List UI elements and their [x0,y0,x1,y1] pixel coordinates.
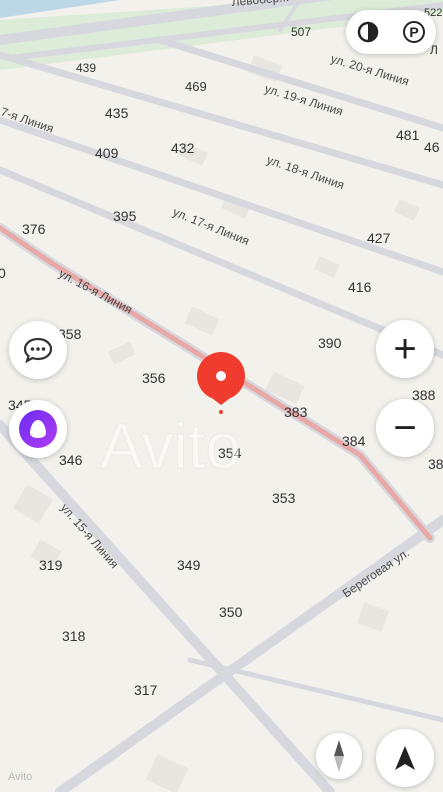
zoom-out-button[interactable]: − [376,399,434,457]
house-number: 319 [39,557,63,573]
navigate-arrow-icon [395,746,415,770]
house-number: 318 [62,628,86,644]
house-number: 353 [272,490,296,506]
house-number: 395 [113,208,137,224]
building [394,199,420,221]
house-number: 356 [142,370,166,386]
house-number: 481 [396,127,420,143]
parking-button[interactable]: P [392,10,436,54]
navigate-button[interactable] [376,729,434,787]
house-number: 0 [0,265,6,281]
street-label-beregovaya: Береговая ул. [340,546,412,601]
building [357,602,389,632]
pin-dot [216,371,226,381]
road-minor [187,657,443,723]
map-canvas[interactable]: ул. 20-я Линия ул. 19-я Линия ул. 18-я Л… [0,0,443,792]
compass-button[interactable] [316,733,362,779]
street-label-20: ул. 20-я Линия [329,51,411,88]
house-number: 349 [177,557,201,573]
house-number: 432 [171,140,195,156]
building [108,341,136,365]
pin-point [219,410,223,414]
house-number: 409 [95,145,119,161]
zoom-in-button[interactable]: + [376,320,434,378]
house-number: 439 [76,61,96,75]
layers-icon [357,21,379,43]
house-number: 507 [291,25,311,39]
layers-button[interactable] [346,10,390,54]
house-number: 384 [342,433,366,449]
house-number: 383 [284,404,308,420]
house-number: 46 [424,139,440,155]
location-pin-icon[interactable] [197,352,245,414]
house-number: 416 [348,279,372,295]
house-number: 346 [59,452,83,468]
zoom-in-label: + [393,327,417,371]
chat-button[interactable] [9,321,67,379]
house-number: 350 [219,604,243,620]
street-label-15: ул. 15-я Линия [58,501,122,571]
building [145,754,189,792]
watermark: Avito [100,410,241,482]
house-number: 469 [185,79,207,94]
watermark-corner: Avito [8,771,32,783]
building [314,256,340,278]
street-label-16: ул. 16-я Линия [57,266,135,316]
alice-button[interactable] [9,400,67,458]
street-label-18: ул. 18-я Линия [265,153,346,193]
building [184,306,220,336]
alice-icon [19,410,57,448]
house-number: 390 [318,335,342,351]
house-number: 38 [428,456,443,472]
parking-label: P [409,24,419,40]
pin-tip [204,392,238,405]
building [13,484,53,524]
chat-icon [23,337,53,363]
house-number: 427 [367,230,391,246]
house-number: 376 [22,221,46,237]
zoom-out-label: − [393,406,417,450]
compass-icon [334,740,344,772]
house-number: 317 [134,682,158,698]
house-number: 435 [105,105,129,121]
